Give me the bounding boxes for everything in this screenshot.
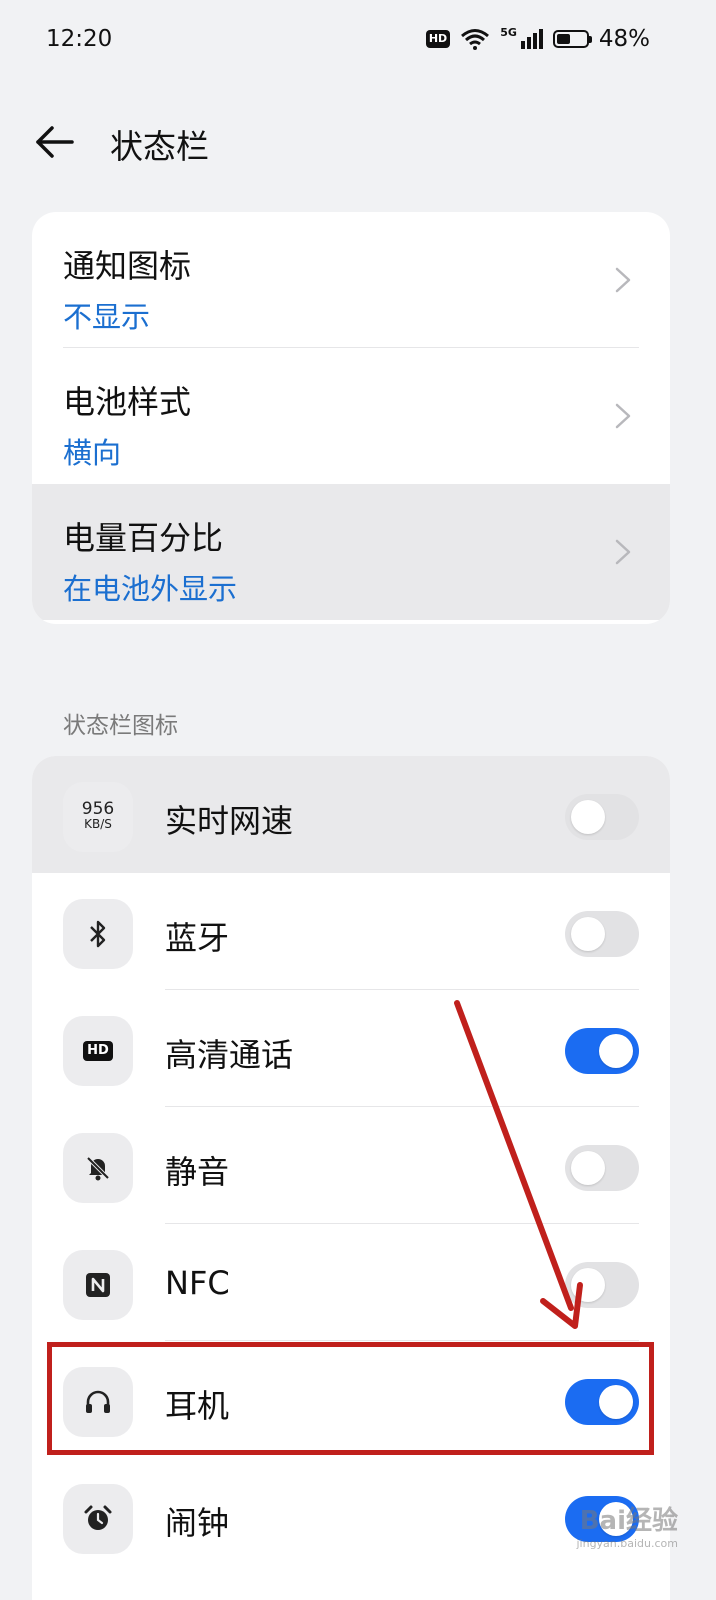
speed-icon-unit: KB/S [84, 817, 112, 831]
hd-call-icon: HD [63, 1016, 133, 1086]
watermark: Bai经验 [579, 1506, 678, 1536]
battery-percent: 48% [598, 26, 650, 52]
network-type-label: 5G [500, 25, 517, 39]
nfc-icon [63, 1250, 133, 1320]
network-speed-toggle[interactable] [565, 794, 639, 840]
row-label: 高清通话 [165, 1036, 294, 1074]
alarm-clock-icon [63, 1484, 133, 1554]
row-label: 静音 [165, 1153, 230, 1191]
battery-icon [552, 30, 592, 48]
speed-icon-number: 956 [81, 799, 115, 819]
row-label: 实时网速 [165, 802, 294, 840]
watermark-url: jingyan.baidu.com [576, 1537, 678, 1550]
status-icons-card: 956 KB/S 实时网速 蓝牙 HD 高清通话 静音 NFC 耳机 闹钟 [32, 756, 670, 1600]
mute-bell-icon [63, 1133, 133, 1203]
row-bluetooth[interactable]: 蓝牙 [32, 873, 670, 990]
status-icons: HD 5G 48% [425, 25, 650, 52]
row-network-speed[interactable]: 956 KB/S 实时网速 [32, 756, 670, 873]
chevron-right-icon [615, 403, 631, 429]
network-speed-icon: 956 KB/S [63, 782, 133, 852]
setting-battery-percentage[interactable]: 电量百分比 在电池外显示 [32, 484, 670, 620]
row-label: 蓝牙 [165, 919, 230, 957]
setting-label: 电池样式 [63, 383, 192, 421]
settings-card: 通知图标 不显示 电池样式 横向 电量百分比 在电池外显示 [32, 212, 670, 624]
setting-value: 横向 [63, 436, 122, 470]
row-nfc[interactable]: NFC [32, 1224, 670, 1341]
signal-icon [520, 29, 543, 49]
setting-notification-icons[interactable]: 通知图标 不显示 [32, 212, 670, 348]
row-label: NFC [165, 1264, 230, 1302]
hd-icon-text: HD [83, 1041, 113, 1061]
nfc-toggle[interactable] [565, 1262, 639, 1308]
back-arrow-icon[interactable] [34, 124, 76, 160]
chevron-right-icon [615, 539, 631, 565]
hd-badge-icon: HD [425, 30, 451, 48]
section-title: 状态栏图标 [63, 713, 178, 739]
setting-battery-style[interactable]: 电池样式 横向 [32, 348, 670, 484]
setting-value: 在电池外显示 [63, 572, 238, 606]
page-title: 状态栏 [110, 127, 209, 166]
status-time: 12:20 [46, 26, 113, 52]
setting-label: 电量百分比 [63, 519, 224, 557]
chevron-right-icon [615, 267, 631, 293]
bluetooth-toggle[interactable] [565, 911, 639, 957]
bluetooth-icon [63, 899, 133, 969]
setting-label: 通知图标 [63, 247, 192, 285]
status-bar: 12:20 HD 5G 48% [0, 0, 716, 82]
row-alarm[interactable]: 闹钟 [32, 1458, 670, 1575]
row-label: 闹钟 [165, 1504, 230, 1542]
row-hd-call[interactable]: HD 高清通话 [32, 990, 670, 1107]
mute-toggle[interactable] [565, 1145, 639, 1191]
hd-call-toggle[interactable] [565, 1028, 639, 1074]
row-mute[interactable]: 静音 [32, 1107, 670, 1224]
wifi-icon [461, 29, 490, 50]
setting-value: 不显示 [63, 300, 151, 334]
annotation-highlight-box [47, 1342, 654, 1455]
